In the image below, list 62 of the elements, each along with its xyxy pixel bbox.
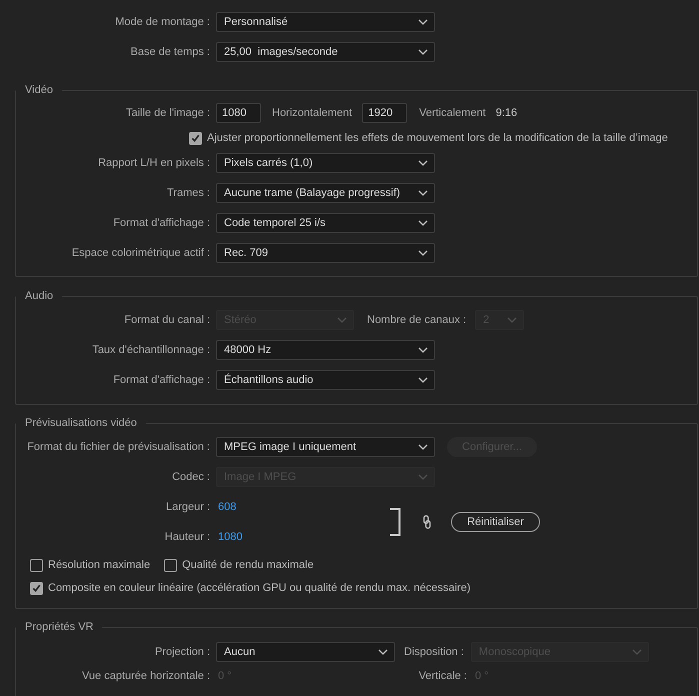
dropdown[interactable]: Code temporel 25 i/s — [216, 213, 435, 233]
field-label: Format d'affichage : — [112, 217, 211, 229]
dropdown[interactable]: Échantillons audio — [216, 370, 435, 390]
reset-button[interactable]: Réinitialiser — [451, 512, 540, 532]
aspect-ratio: 9:16 — [496, 107, 518, 119]
field-label: Taux d'échantillonnage : — [91, 344, 211, 356]
dropdown[interactable]: Pixels carrés (1,0) — [216, 153, 435, 173]
chevron-down-icon — [418, 377, 428, 383]
checkbox-label: Qualité de rendu maximale — [182, 559, 314, 571]
dropdown[interactable]: Rec. 709 — [216, 243, 435, 263]
chain-link-icon[interactable] — [423, 515, 431, 529]
field-label: Trames : — [166, 187, 211, 199]
dropdown[interactable]: MPEG image I uniquement — [216, 437, 435, 457]
dropdown[interactable]: Aucune trame (Balayage progressif) — [216, 183, 435, 203]
checkbox-label: Ajuster proportionnellement les effets de mouvement lors de la modification de la taille d’image — [207, 132, 668, 144]
field-label: Largeur : — [164, 501, 211, 513]
chevron-down-icon — [418, 49, 428, 55]
field-label: Rapport L/H en pixels : — [97, 157, 211, 169]
chevron-down-icon — [418, 19, 428, 25]
checkbox[interactable] — [30, 558, 43, 572]
field-label: Format du fichier de prévisualisation : — [26, 441, 211, 453]
chevron-down-icon — [507, 317, 518, 323]
field-label: Horizontalement — [272, 107, 352, 119]
input-field[interactable]: 1080 — [216, 103, 261, 123]
dropdown[interactable]: 48000 Hz — [216, 340, 435, 360]
field-label: Espace colorimétrique actif : — [70, 247, 211, 259]
chevron-down-icon — [632, 649, 642, 655]
chevron-down-icon — [418, 220, 428, 226]
field-label: Format du canal : — [123, 314, 211, 326]
height-value[interactable]: 1080 — [216, 531, 242, 543]
checkbox-label: Composite en couleur linéaire (accélération GPU ou qualité de rendu max. nécessaire) — [48, 582, 471, 594]
field-label: Mode de montage : — [114, 16, 211, 28]
field-label: Disposition : — [404, 646, 464, 658]
checkbox[interactable] — [30, 582, 43, 594]
input-field[interactable]: 1920 — [362, 103, 408, 123]
field-label: Vue capturée horizontale : — [80, 670, 211, 682]
field-label: Nombre de canaux : — [367, 314, 466, 326]
chevron-down-icon — [378, 649, 388, 655]
width-value[interactable]: 608 — [216, 501, 236, 513]
dropdown[interactable]: Aucun — [216, 642, 395, 662]
field-label: Base de temps : — [130, 46, 211, 58]
field-label: Verticale : — [418, 670, 468, 682]
chevron-down-icon — [418, 160, 428, 166]
chevron-down-icon — [418, 474, 428, 480]
bracket-icon — [390, 508, 401, 536]
field-label: Projection : — [154, 646, 211, 658]
section-title: Propriétés VR — [16, 620, 102, 634]
field-label: Codec : — [171, 471, 211, 483]
field-label: Format d'affichage : — [112, 374, 211, 386]
chevron-down-icon — [337, 317, 347, 323]
field-label: Hauteur : — [164, 531, 211, 543]
checkbox[interactable] — [189, 132, 202, 144]
checkbox-label: Résolution maximale — [48, 559, 150, 571]
dropdown[interactable]: 25,00 images/seconde — [216, 42, 435, 62]
field-label: Verticalement — [419, 107, 486, 119]
chevron-down-icon — [418, 190, 428, 196]
chevron-down-icon — [418, 444, 428, 450]
chevron-down-icon — [418, 250, 428, 256]
chevron-down-icon — [418, 347, 428, 353]
checkbox[interactable] — [164, 558, 178, 572]
field-label: Taille de l'image : — [124, 107, 211, 119]
dropdown[interactable]: Personnalisé — [216, 12, 435, 32]
